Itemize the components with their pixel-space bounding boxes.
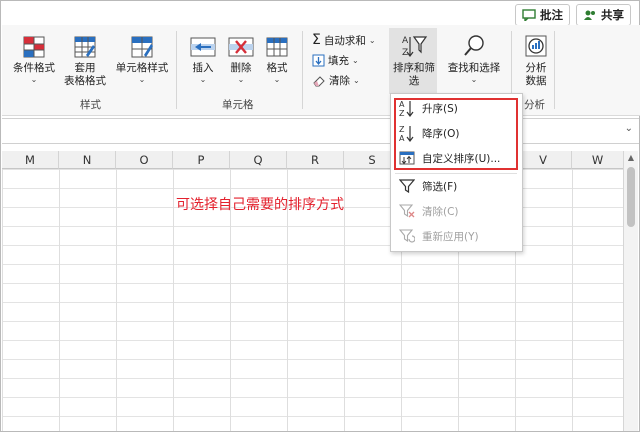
group-divider xyxy=(302,31,303,109)
analysis-group-label: 分析 xyxy=(524,99,545,111)
table-format-label-1: 套用 xyxy=(74,62,96,74)
reapply-icon xyxy=(399,229,415,243)
share-icon xyxy=(584,10,595,20)
annotation-text: 可选择自己需要的排序方式 xyxy=(176,197,344,213)
cells-group-label: 单元格 xyxy=(222,99,254,111)
sigma-icon: Σ xyxy=(312,32,321,48)
chevron-down-icon: ⌄ xyxy=(237,75,245,84)
chevron-down-icon: ⌄ xyxy=(138,75,146,84)
format-label: 格式 xyxy=(266,62,288,74)
menu-item-label: 清除(C) xyxy=(422,205,459,218)
sort-filter-label: 排序和筛选 xyxy=(393,62,435,87)
menu-item-clear-filter[interactable]: 清除(C) xyxy=(391,200,522,222)
comment-icon xyxy=(522,9,536,21)
clear-label: 清除 xyxy=(329,75,350,87)
menu-item-filter[interactable]: 筛选(F) xyxy=(391,175,522,197)
vertical-scrollbar[interactable]: ▲ xyxy=(623,151,638,431)
filter-icon xyxy=(399,179,415,194)
conditional-format-icon xyxy=(23,36,45,58)
styles-group-label: 样式 xyxy=(80,99,101,111)
cell-style-icon xyxy=(131,36,153,58)
menu-item-reapply[interactable]: 重新应用(Y) xyxy=(391,225,522,247)
column-header[interactable]: N xyxy=(59,151,116,169)
format-cells-icon xyxy=(266,37,288,57)
column-header[interactable]: O xyxy=(116,151,173,169)
fill-label: 填充 xyxy=(328,55,349,67)
delete-label: 删除 xyxy=(230,62,252,74)
clear-button[interactable]: 清除 ⌄ xyxy=(312,73,360,88)
analyze-data-icon xyxy=(525,35,547,57)
analyze-data-button[interactable]: 分析 数据 xyxy=(518,33,554,88)
find-select-button[interactable]: 查找和选择 ⌄ xyxy=(446,33,502,84)
insert-label: 插入 xyxy=(192,62,214,74)
group-divider xyxy=(554,31,555,109)
table-format-label-2: 表格格式 xyxy=(64,75,106,87)
share-button[interactable]: 共享 xyxy=(576,4,631,26)
formula-bar[interactable]: ⌄ xyxy=(2,118,639,144)
conditional-format-button[interactable]: 条件格式 ⌄ xyxy=(10,35,58,84)
chevron-down-icon: ⌄ xyxy=(368,35,376,45)
column-header[interactable]: P xyxy=(173,151,230,169)
scroll-thumb[interactable] xyxy=(627,167,635,227)
autosum-button[interactable]: Σ 自动求和 ⌄ xyxy=(312,32,376,48)
format-button[interactable]: 格式 ⌄ xyxy=(260,35,294,84)
sort-filter-button[interactable]: A Z 排序和筛选 ⌄ xyxy=(389,33,439,97)
format-as-table-button[interactable]: 套用 表格格式 xyxy=(60,35,110,88)
column-header[interactable]: Q xyxy=(230,151,287,169)
analyze-label-2: 数据 xyxy=(525,75,547,87)
menu-divider xyxy=(395,173,517,174)
chevron-down-icon: ⌄ xyxy=(30,75,38,84)
comment-label: 批注 xyxy=(540,8,563,22)
fill-button[interactable]: 填充 ⌄ xyxy=(312,53,359,68)
eraser-icon xyxy=(313,75,325,86)
insert-cells-icon xyxy=(190,37,216,57)
menu-item-label: 筛选(F) xyxy=(422,180,458,193)
column-header[interactable]: W xyxy=(572,151,624,169)
menu-item-label: 重新应用(Y) xyxy=(422,230,479,243)
cell-style-button[interactable]: 单元格样式 ⌄ xyxy=(113,35,171,84)
cell-style-label: 单元格样式 xyxy=(115,62,169,74)
group-divider xyxy=(176,31,177,109)
search-icon xyxy=(464,35,484,56)
autosum-label: 自动求和 xyxy=(323,34,366,47)
chevron-down-icon[interactable]: ⌄ xyxy=(625,123,633,134)
sort-options-highlight xyxy=(394,98,518,170)
chevron-down-icon: ⌄ xyxy=(352,56,359,65)
table-format-icon xyxy=(74,36,96,58)
svg-text:A: A xyxy=(402,36,409,46)
ribbon: 条件格式 ⌄ 套用 表格格式 单元格样式 ⌄ 样式 插入 ⌄ 删除 ⌄ 格式 ⌄… xyxy=(2,25,640,116)
comment-button[interactable]: 批注 xyxy=(515,4,570,26)
insert-button[interactable]: 插入 ⌄ xyxy=(186,35,220,84)
scroll-up-icon[interactable]: ▲ xyxy=(626,153,636,163)
column-header[interactable]: M xyxy=(2,151,59,169)
conditional-format-label: 条件格式 xyxy=(13,62,55,74)
column-header[interactable]: V xyxy=(515,151,572,169)
delete-cells-icon xyxy=(228,37,254,57)
find-select-label: 查找和选择 xyxy=(447,62,501,74)
chevron-down-icon: ⌄ xyxy=(353,76,360,85)
sort-filter-icon: A Z xyxy=(402,36,428,58)
delete-button[interactable]: 删除 ⌄ xyxy=(224,35,258,84)
chevron-down-icon: ⌄ xyxy=(273,75,281,84)
fill-down-icon xyxy=(312,54,325,67)
chevron-down-icon: ⌄ xyxy=(199,75,207,84)
chevron-down-icon: ⌄ xyxy=(470,75,478,84)
top-actions: 批注 共享 xyxy=(515,4,631,26)
clear-filter-icon xyxy=(399,204,415,218)
analyze-label-1: 分析 xyxy=(525,62,547,74)
app-window: 批注 共享 条件格式 ⌄ 套用 表格格式 单元格样式 ⌄ 样式 插入 ⌄ 删除 … xyxy=(0,0,640,432)
column-header[interactable]: R xyxy=(287,151,344,169)
share-label: 共享 xyxy=(601,8,624,22)
